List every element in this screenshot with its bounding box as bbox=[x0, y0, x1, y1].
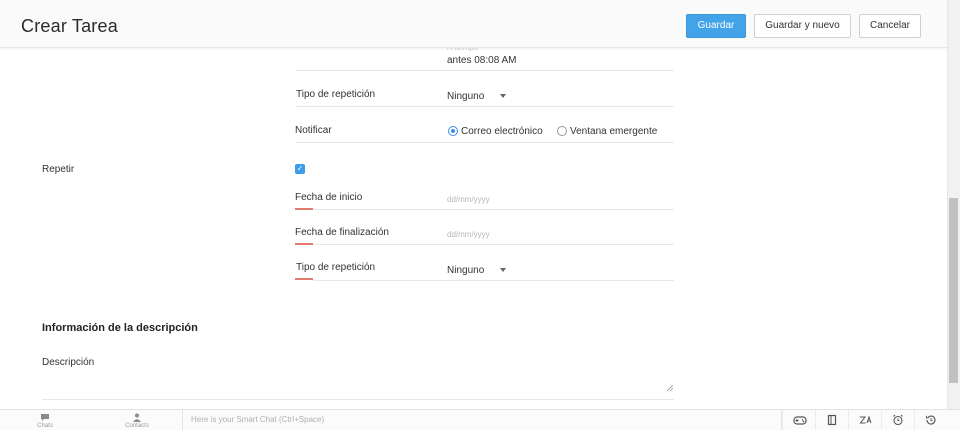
divider bbox=[42, 399, 674, 400]
gamepad-icon bbox=[793, 416, 807, 425]
resize-handle-icon[interactable] bbox=[667, 385, 673, 391]
chats-tab[interactable]: Chats bbox=[20, 410, 70, 430]
chats-label: Chats bbox=[37, 423, 53, 429]
start-date-input[interactable]: dd/mm/yyyy bbox=[447, 195, 490, 204]
save-and-new-button[interactable]: Guardar y nuevo bbox=[754, 14, 851, 38]
repeat-checkbox[interactable]: ✓ bbox=[295, 164, 305, 174]
divider bbox=[295, 70, 674, 71]
start-date-label: Fecha de inicio bbox=[295, 192, 363, 203]
repeat-type-select[interactable]: Ninguno bbox=[447, 265, 484, 276]
chevron-down-icon[interactable] bbox=[500, 94, 506, 98]
notify-label: Notificar bbox=[295, 125, 332, 136]
repeat-label: Repetir bbox=[42, 164, 75, 175]
footer-bar: Chats Contacts Here is your Smart Chat (… bbox=[0, 409, 960, 430]
end-date-label: Fecha de finalización bbox=[295, 227, 389, 238]
history-icon bbox=[926, 415, 936, 425]
person-icon bbox=[133, 413, 141, 422]
repeat-type-label: Tipo de repetición bbox=[296, 262, 376, 273]
divider bbox=[313, 244, 674, 245]
notebook-button[interactable] bbox=[815, 410, 848, 430]
repeat-type-label: Tipo de repetición bbox=[296, 89, 376, 100]
history-button[interactable] bbox=[914, 410, 947, 430]
divider bbox=[313, 280, 674, 281]
alarm-button[interactable] bbox=[881, 410, 914, 430]
divider bbox=[295, 142, 674, 143]
save-button[interactable]: Guardar bbox=[686, 14, 746, 38]
alarm-clock-icon bbox=[893, 414, 903, 426]
divider bbox=[295, 106, 674, 107]
notebook-icon bbox=[827, 414, 837, 426]
notify-popup-option[interactable]: Ventana emergente bbox=[570, 126, 657, 137]
chevron-down-icon[interactable] bbox=[500, 268, 506, 272]
chat-bubble-icon bbox=[41, 414, 49, 421]
divider bbox=[313, 209, 674, 210]
contacts-tab[interactable]: Contacts bbox=[112, 410, 162, 430]
contacts-label: Contacts bbox=[125, 423, 149, 429]
required-marker bbox=[295, 243, 313, 245]
cancel-button[interactable]: Cancelar bbox=[859, 14, 921, 38]
smart-chat-placeholder: Here is your Smart Chat (Ctrl+Space) bbox=[191, 415, 325, 424]
end-date-input[interactable]: dd/mm/yyyy bbox=[447, 230, 490, 239]
notify-email-radio[interactable] bbox=[448, 126, 458, 136]
translate-button[interactable] bbox=[848, 410, 881, 430]
form-header: Crear Tarea Guardar Guardar y nuevo Canc… bbox=[0, 0, 947, 48]
description-textarea[interactable] bbox=[42, 352, 674, 399]
required-marker bbox=[295, 208, 313, 210]
notify-email-option[interactable]: Correo electrónico bbox=[461, 126, 543, 137]
smart-chat-input[interactable]: Here is your Smart Chat (Ctrl+Space) bbox=[182, 410, 782, 430]
scrollbar-thumb[interactable] bbox=[949, 198, 958, 383]
page-title: Crear Tarea bbox=[21, 16, 118, 36]
notify-popup-radio[interactable] bbox=[557, 126, 567, 136]
required-marker bbox=[295, 278, 313, 280]
gamepad-button[interactable] bbox=[782, 410, 815, 430]
description-section-title: Información de la descripción bbox=[42, 322, 198, 334]
repeat-type-select[interactable]: Ninguno bbox=[447, 91, 484, 102]
translate-icon bbox=[859, 415, 872, 424]
reminder-time-value[interactable]: antes 08:08 AM bbox=[447, 55, 517, 66]
